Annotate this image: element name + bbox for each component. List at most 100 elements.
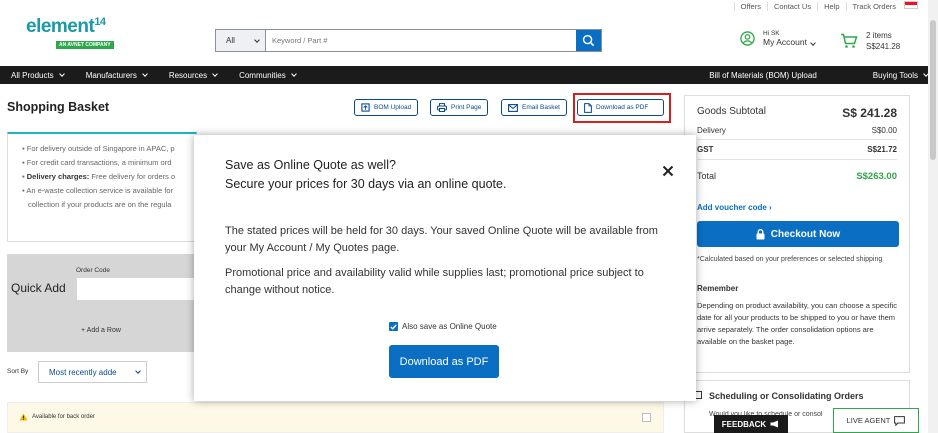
info-line: ▪ Delivery charges: Free delivery for or… (22, 172, 176, 181)
logo-super: 14 (94, 16, 106, 28)
email-icon (508, 103, 518, 112)
bom-upload-button[interactable]: BOM Upload (354, 99, 419, 116)
utility-link-contact[interactable]: Contact Us (766, 2, 817, 11)
back-order-label: Available for back order (32, 414, 95, 420)
search-category-value: All (226, 36, 235, 45)
order-summary-panel: Goods Subtotal S$ 241.28 Delivery S$0.00… (684, 95, 910, 373)
nav-buying-tools[interactable]: Buying Tools (862, 71, 938, 80)
cart-summary[interactable]: 2 items S$241.28 (840, 30, 900, 52)
search-input[interactable] (266, 30, 576, 51)
chat-icon (894, 415, 906, 426)
sort-by-label: Sort By (7, 368, 29, 375)
quick-add-panel: Quick Add Order Code + Add a Row (7, 254, 197, 352)
user-icon (740, 31, 755, 46)
email-basket-button[interactable]: Email Basket (501, 99, 567, 116)
modal-subtitle: Secure your prices for 30 days via an on… (225, 177, 507, 191)
nav-label: Communities (239, 70, 286, 80)
modal-paragraph-hold-prices: The stated prices will be held for 30 da… (225, 225, 658, 254)
chevron-right-icon: › (769, 203, 772, 212)
warning-icon (19, 413, 28, 421)
main-nav: All Products Manufacturers Resources Com… (0, 66, 938, 84)
chevron-down-icon (254, 36, 260, 43)
page-scrollbar[interactable] (928, 0, 938, 433)
scheduling-title: Scheduling or Consolidating Orders (709, 391, 864, 401)
delivery-value: S$0.00 (871, 126, 897, 135)
calc-note: *Calculated based on your preferences or… (697, 256, 883, 263)
site-logo[interactable]: element14 AN AVNET COMPANY (26, 16, 114, 49)
nav-label: Manufacturers (85, 70, 137, 80)
chevron-down-icon (58, 71, 65, 77)
printer-icon (437, 103, 447, 112)
info-line: ▪ For credit card transactions, a minimu… (22, 158, 172, 167)
scrollbar-thumb[interactable] (930, 20, 936, 160)
nav-label: All Products (11, 70, 54, 80)
nav-resources[interactable]: Resources (158, 71, 228, 80)
search-bar: All (215, 29, 602, 52)
checkout-label: Checkout Now (770, 228, 841, 240)
nav-bom-upload[interactable]: Bill of Materials (BOM) Upload (698, 71, 862, 80)
add-row-button[interactable]: + Add a Row (81, 327, 121, 334)
nav-all-products[interactable]: All Products (0, 71, 75, 80)
goods-subtotal-label: Goods Subtotal (697, 106, 766, 117)
download-pdf-highlight (573, 93, 671, 123)
goods-subtotal-value: S$ 241.28 (842, 106, 897, 120)
feedback-button[interactable]: FEEDBACK (714, 415, 788, 433)
utility-link-track-orders[interactable]: Track Orders (845, 2, 902, 11)
quick-add-label: Quick Add (11, 281, 66, 295)
total-value: S$263.00 (856, 171, 897, 182)
nav-communities[interactable]: Communities (228, 71, 307, 80)
cart-icon (841, 33, 858, 48)
account-label: My Account (763, 37, 807, 47)
sort-select[interactable]: Most recently adde (38, 361, 147, 383)
utility-link-offers[interactable]: Offers (733, 2, 767, 11)
nav-manufacturers[interactable]: Manufacturers (75, 71, 158, 80)
voucher-label: Add voucher code (697, 203, 767, 212)
country-flag-icon[interactable] (904, 1, 918, 9)
nav-label: Resources (168, 70, 208, 80)
close-icon[interactable] (660, 163, 676, 179)
bom-upload-label: BOM Upload (374, 104, 412, 111)
search-button[interactable] (576, 30, 601, 51)
info-line: ▪ For delivery outside of Singapore in A… (22, 144, 175, 153)
cart-total: S$241.28 (866, 42, 901, 51)
gst-value: S$21.72 (867, 145, 897, 154)
total-row: Total S$263.00 (697, 171, 897, 182)
utility-bar: Offers Contact Us Help Track Orders (0, 0, 938, 12)
back-order-checkbox[interactable] (642, 413, 651, 422)
checkout-button[interactable]: Checkout Now (697, 221, 899, 247)
chevron-down-icon (141, 71, 148, 77)
email-basket-label: Email Basket (522, 104, 560, 111)
lock-icon (756, 228, 765, 239)
utility-link-help[interactable]: Help (817, 2, 845, 11)
upload-icon (361, 103, 370, 112)
logo-tagline: AN AVNET COMPANY (56, 41, 114, 49)
info-line: collection if your products are on the r… (28, 200, 172, 209)
save-quote-checkbox-label: Also save as Online Quote (402, 322, 497, 331)
search-category-select[interactable]: All (216, 30, 266, 51)
divider (697, 159, 897, 160)
divider (697, 139, 897, 140)
delivery-row: Delivery S$0.00 (697, 126, 897, 135)
delivery-label: Delivery (697, 126, 726, 135)
megaphone-icon (770, 420, 779, 428)
account-menu[interactable]: Hi SK My Account (740, 30, 817, 47)
live-agent-label: LIVE AGENT (846, 416, 891, 425)
checkmark-icon (390, 323, 397, 330)
goods-subtotal-row: Goods Subtotal S$ 241.28 (697, 106, 897, 120)
add-voucher-link[interactable]: Add voucher code › (697, 203, 772, 212)
gst-row: GST S$21.72 (697, 145, 897, 154)
print-page-button[interactable]: Print Page (430, 99, 489, 116)
chevron-down-icon (135, 368, 141, 374)
live-agent-button[interactable]: LIVE AGENT (833, 408, 919, 433)
delivery-info-box: ▪ For delivery outside of Singapore in A… (7, 132, 197, 242)
modal-download-pdf-button[interactable]: Download as PDF (389, 345, 499, 378)
save-quote-checkbox-row[interactable]: Also save as Online Quote (389, 322, 497, 331)
logo-text: element (26, 16, 95, 37)
cart-item-count: 2 items (866, 31, 892, 40)
feedback-label: FEEDBACK (721, 419, 767, 429)
modal-paragraph-promo: Promotional price and availability valid… (225, 267, 644, 296)
total-label: Total (697, 171, 717, 181)
order-code-label: Order Code (76, 267, 110, 274)
order-code-input[interactable] (77, 278, 197, 300)
save-quote-checkbox[interactable] (389, 322, 398, 331)
